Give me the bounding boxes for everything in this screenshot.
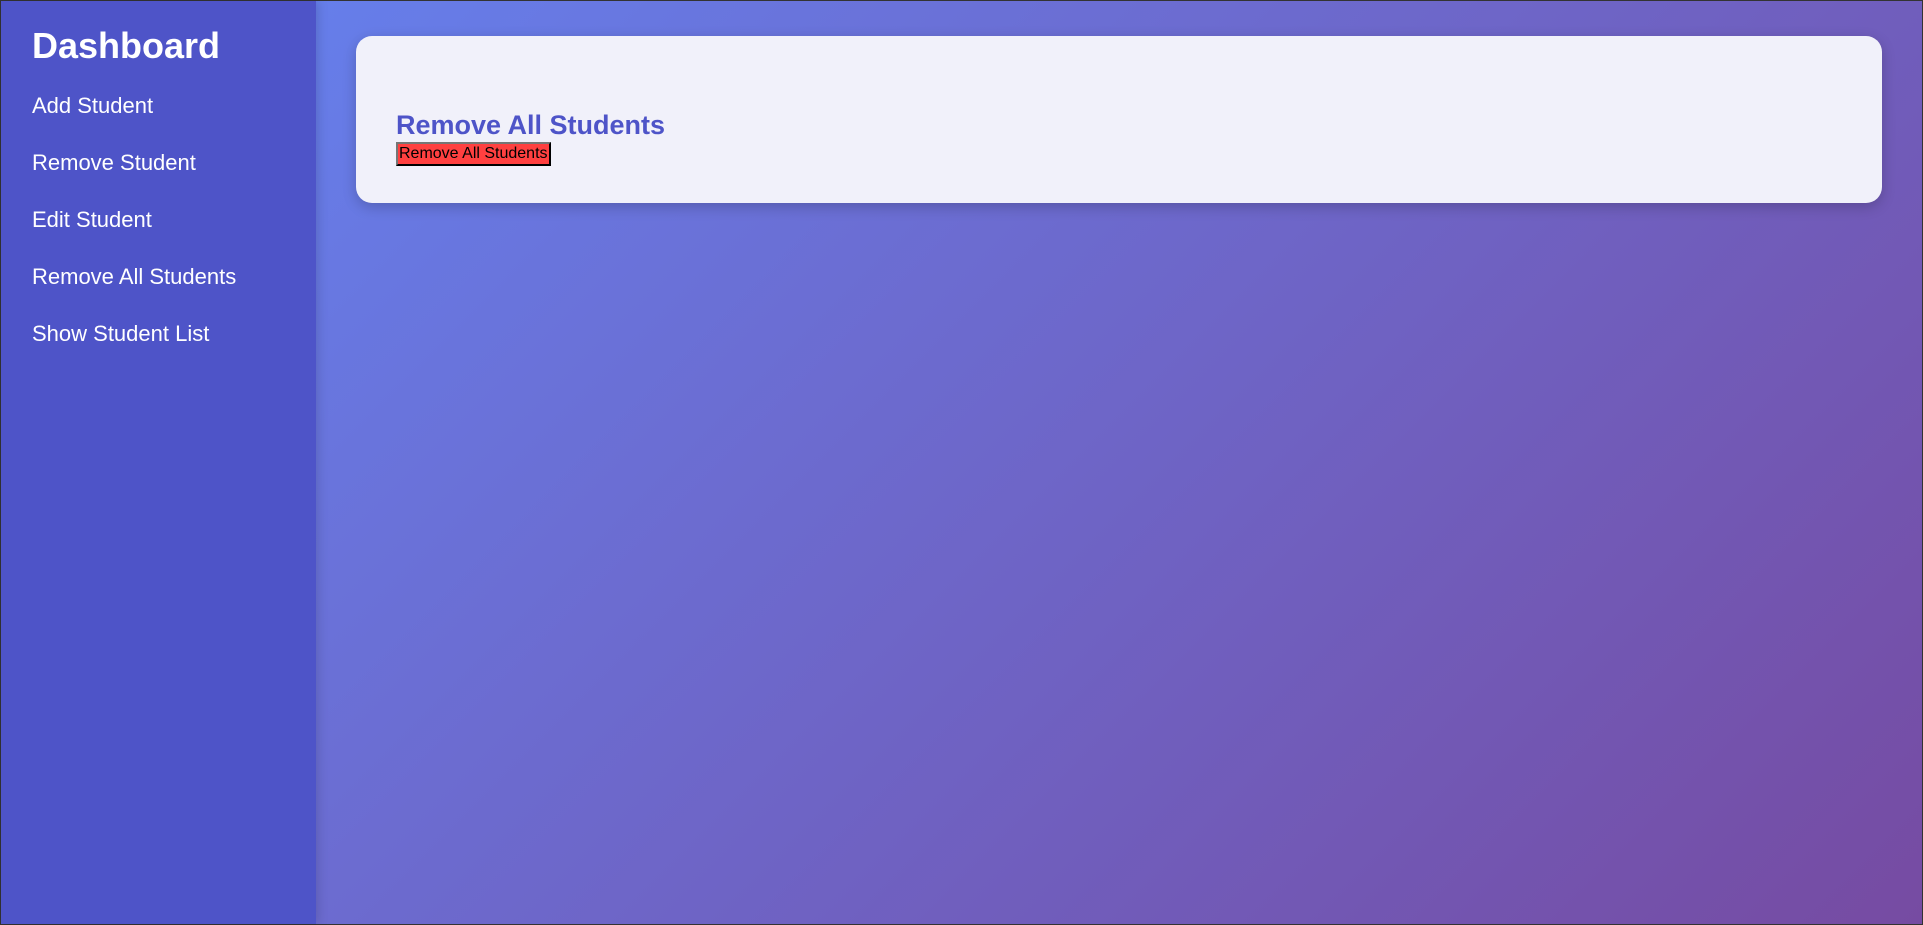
sidebar-item-edit-student[interactable]: Edit Student [32, 207, 316, 233]
sidebar-item-remove-all-students[interactable]: Remove All Students [32, 264, 316, 290]
remove-all-students-button[interactable]: Remove All Students [396, 142, 551, 166]
sidebar-title: Dashboard [32, 25, 221, 66]
sidebar-item-remove-student[interactable]: Remove Student [32, 150, 316, 176]
sidebar: Dashboard Add Student Remove Student Edi… [1, 1, 316, 924]
sidebar-item-add-student[interactable]: Add Student [32, 93, 316, 119]
sidebar-item-show-student-list[interactable]: Show Student List [32, 321, 316, 347]
remove-all-card: Remove All Students Remove All Students [356, 36, 1882, 203]
main-content: Remove All Students Remove All Students [316, 1, 1922, 924]
card-title: Remove All Students [396, 110, 666, 140]
